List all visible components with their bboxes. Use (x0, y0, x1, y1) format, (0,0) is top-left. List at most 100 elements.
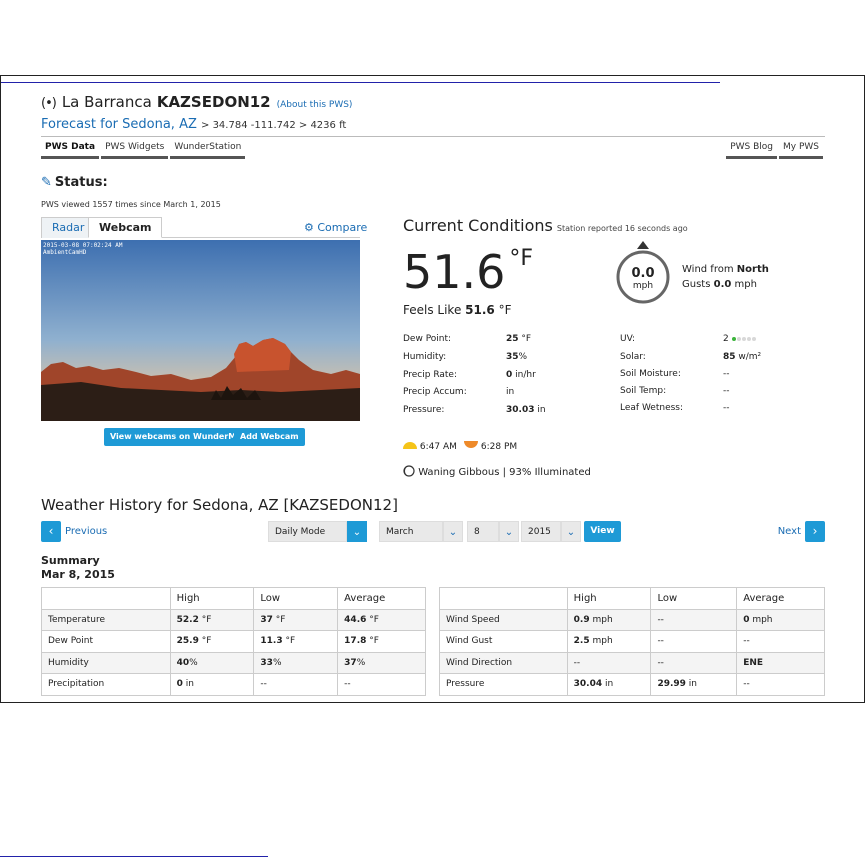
tab-pws-blog[interactable]: PWS Blog (726, 140, 777, 159)
gusts-label: Gusts (682, 279, 711, 290)
cell-unit: % (272, 657, 282, 668)
current-conditions-title: Current Conditions Station reported 16 se… (403, 216, 688, 235)
view-webcams-button[interactable]: View webcams on WunderMap (104, 428, 254, 446)
row-label: Wind Direction (439, 651, 568, 674)
next-button[interactable]: Next › (774, 521, 825, 542)
temp-value: 51.6 (403, 245, 506, 299)
chevron-right-icon[interactable]: › (805, 521, 825, 542)
metric-unit: -- (723, 403, 730, 413)
wind-speed: 0.0 (631, 266, 655, 281)
previous-label[interactable]: Previous (65, 526, 107, 537)
metric-label: Soil Moisture: (620, 369, 681, 379)
cell-value: -- (743, 636, 750, 647)
tab-pws-data[interactable]: PWS Data (41, 140, 100, 159)
divider (41, 136, 825, 137)
uv-dot (751, 337, 756, 341)
compare-link[interactable]: ⚙ Compare (304, 221, 367, 234)
uv-dot (746, 337, 751, 341)
cell-unit: °F (366, 614, 379, 625)
sunrise-icon (403, 442, 417, 449)
row-label: Dew Point (41, 630, 171, 653)
year-select[interactable]: 2015 (521, 521, 561, 542)
station-title: (•) La Barranca KAZSEDON12 (About this P… (41, 93, 352, 111)
table-header: Average (337, 587, 426, 610)
broadcast-icon: (•) (41, 96, 57, 111)
chevron-down-icon[interactable]: ⌄ (443, 521, 463, 542)
gusts-value: 0.0 (713, 279, 732, 290)
cell-unit: mph (749, 614, 773, 625)
metric-unit: -- (723, 386, 730, 396)
summary-date: Mar 8, 2015 (41, 568, 115, 581)
chevron-left-icon[interactable]: ‹ (41, 521, 61, 542)
station-id: KAZSEDON12 (156, 93, 271, 111)
chevron-down-icon[interactable]: ⌄ (347, 521, 367, 542)
cell-low: 11.3 °F (253, 630, 339, 653)
moon-icon (403, 465, 415, 477)
tab-webcam[interactable]: Webcam (88, 217, 163, 238)
table-header: High (566, 587, 652, 610)
cell-value: -- (657, 657, 664, 668)
table-row: Dew Point 25.9 °F 11.3 °F 17.8 °F (41, 630, 426, 653)
pencil-icon: ✎ (41, 175, 52, 190)
mode-select[interactable]: Daily Mode (268, 521, 347, 542)
view-button[interactable]: View (584, 521, 621, 542)
summary-label: Summary (41, 554, 100, 567)
cell-avg: -- (736, 673, 825, 696)
uv-dot (731, 337, 736, 341)
webcam-timestamp: 2015-03-08 07:02:24 AM AmbientCamHD (43, 242, 122, 256)
tab-my-pws[interactable]: My PWS (779, 140, 823, 159)
webcam-scene (41, 240, 360, 421)
month-select[interactable]: March (379, 521, 443, 542)
cell-value: 44.6 (344, 614, 367, 625)
feels-unit: °F (498, 303, 512, 317)
row-label: Temperature (41, 608, 171, 631)
forecast-link[interactable]: Forecast for Sedona, AZ (41, 117, 197, 132)
cell-value: ENE (743, 657, 764, 668)
cell-value: -- (344, 679, 351, 690)
wind-direction: Wind from North (682, 264, 769, 275)
metric-value: 85 w/m² (723, 352, 761, 362)
about-pws-link[interactable]: (About this PWS) (277, 100, 353, 110)
cell-value: 2.5 (573, 636, 590, 647)
tab-wunderstation[interactable]: WunderStation (170, 140, 246, 159)
metric-value: 35% (506, 352, 527, 362)
cell-unit: in (182, 679, 194, 690)
history-table-right: High Low Average Wind Speed 0.9 mph -- 0… (439, 587, 825, 696)
table-header: Low (650, 587, 738, 610)
chevron-down-icon[interactable]: ⌄ (561, 521, 581, 542)
gusts-unit: mph (734, 279, 757, 290)
metric-unit: in (506, 387, 515, 397)
metric-unit: w/m² (735, 352, 762, 362)
next-label[interactable]: Next (778, 526, 801, 537)
cell-low: 33% (253, 651, 339, 674)
cell-high: 0.9 mph (566, 608, 652, 631)
webcam-stamp-line1: 2015-03-08 07:02:24 AM (43, 242, 123, 249)
cell-value: -- (657, 636, 664, 647)
cell-value: 25.9 (176, 636, 199, 647)
cell-value: 52.2 (176, 614, 199, 625)
metric-number: 85 (723, 352, 736, 362)
row-label: Wind Gust (439, 630, 568, 653)
tab-pws-widgets[interactable]: PWS Widgets (101, 140, 169, 159)
chevron-down-icon[interactable]: ⌄ (499, 521, 519, 542)
reported-time: Station reported 16 seconds ago (556, 224, 688, 233)
cell-low: -- (650, 651, 738, 674)
current-conditions-label: Current Conditions (403, 216, 553, 235)
view-count: PWS viewed 1557 times since March 1, 201… (41, 200, 221, 209)
cell-low: -- (650, 630, 738, 653)
cell-unit: % (189, 657, 198, 668)
cell-low: -- (650, 608, 738, 631)
sunset-icon (464, 441, 478, 448)
previous-button[interactable]: ‹ Previous (41, 521, 111, 542)
metric-label: UV: (620, 334, 636, 344)
feels-like: Feels Like 51.6 °F (403, 303, 512, 317)
cell-unit: °F (366, 636, 379, 647)
metric-value: in (506, 387, 514, 397)
add-webcam-button[interactable]: Add Webcam (234, 428, 305, 446)
gear-icon: ⚙ (304, 221, 314, 234)
cell-value: 29.99 (657, 679, 686, 690)
cell-unit: mph (589, 614, 613, 625)
table-header: High (169, 587, 255, 610)
day-select[interactable]: 8 (467, 521, 499, 542)
metric-label: Precip Accum: (403, 387, 467, 397)
